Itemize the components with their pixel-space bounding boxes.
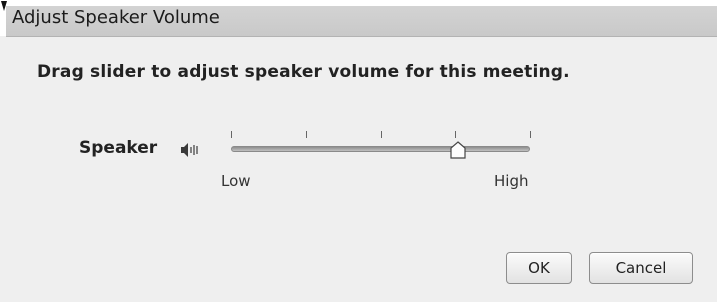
title-bar[interactable]: Adjust Speaker Volume xyxy=(6,6,717,37)
adjust-speaker-volume-dialog: Adjust Speaker Volume Drag slider to adj… xyxy=(0,0,717,302)
window-title: Adjust Speaker Volume xyxy=(12,7,220,28)
slider-tick xyxy=(455,131,457,138)
slider-thumb[interactable] xyxy=(450,141,466,159)
ok-button[interactable]: OK xyxy=(506,252,572,284)
instruction-text: Drag slider to adjust speaker volume for… xyxy=(37,62,570,82)
slider-min-label: Low xyxy=(221,172,251,190)
slider-track[interactable] xyxy=(231,146,530,152)
slider-max-label: High xyxy=(494,172,529,190)
speaker-icon xyxy=(181,143,198,157)
cancel-button[interactable]: Cancel xyxy=(589,252,693,284)
volume-slider[interactable] xyxy=(228,125,534,165)
slider-tick xyxy=(305,131,307,138)
slider-tick xyxy=(530,131,531,138)
speaker-label: Speaker xyxy=(79,138,158,158)
slider-tick xyxy=(231,131,232,138)
slider-tick xyxy=(380,131,382,138)
